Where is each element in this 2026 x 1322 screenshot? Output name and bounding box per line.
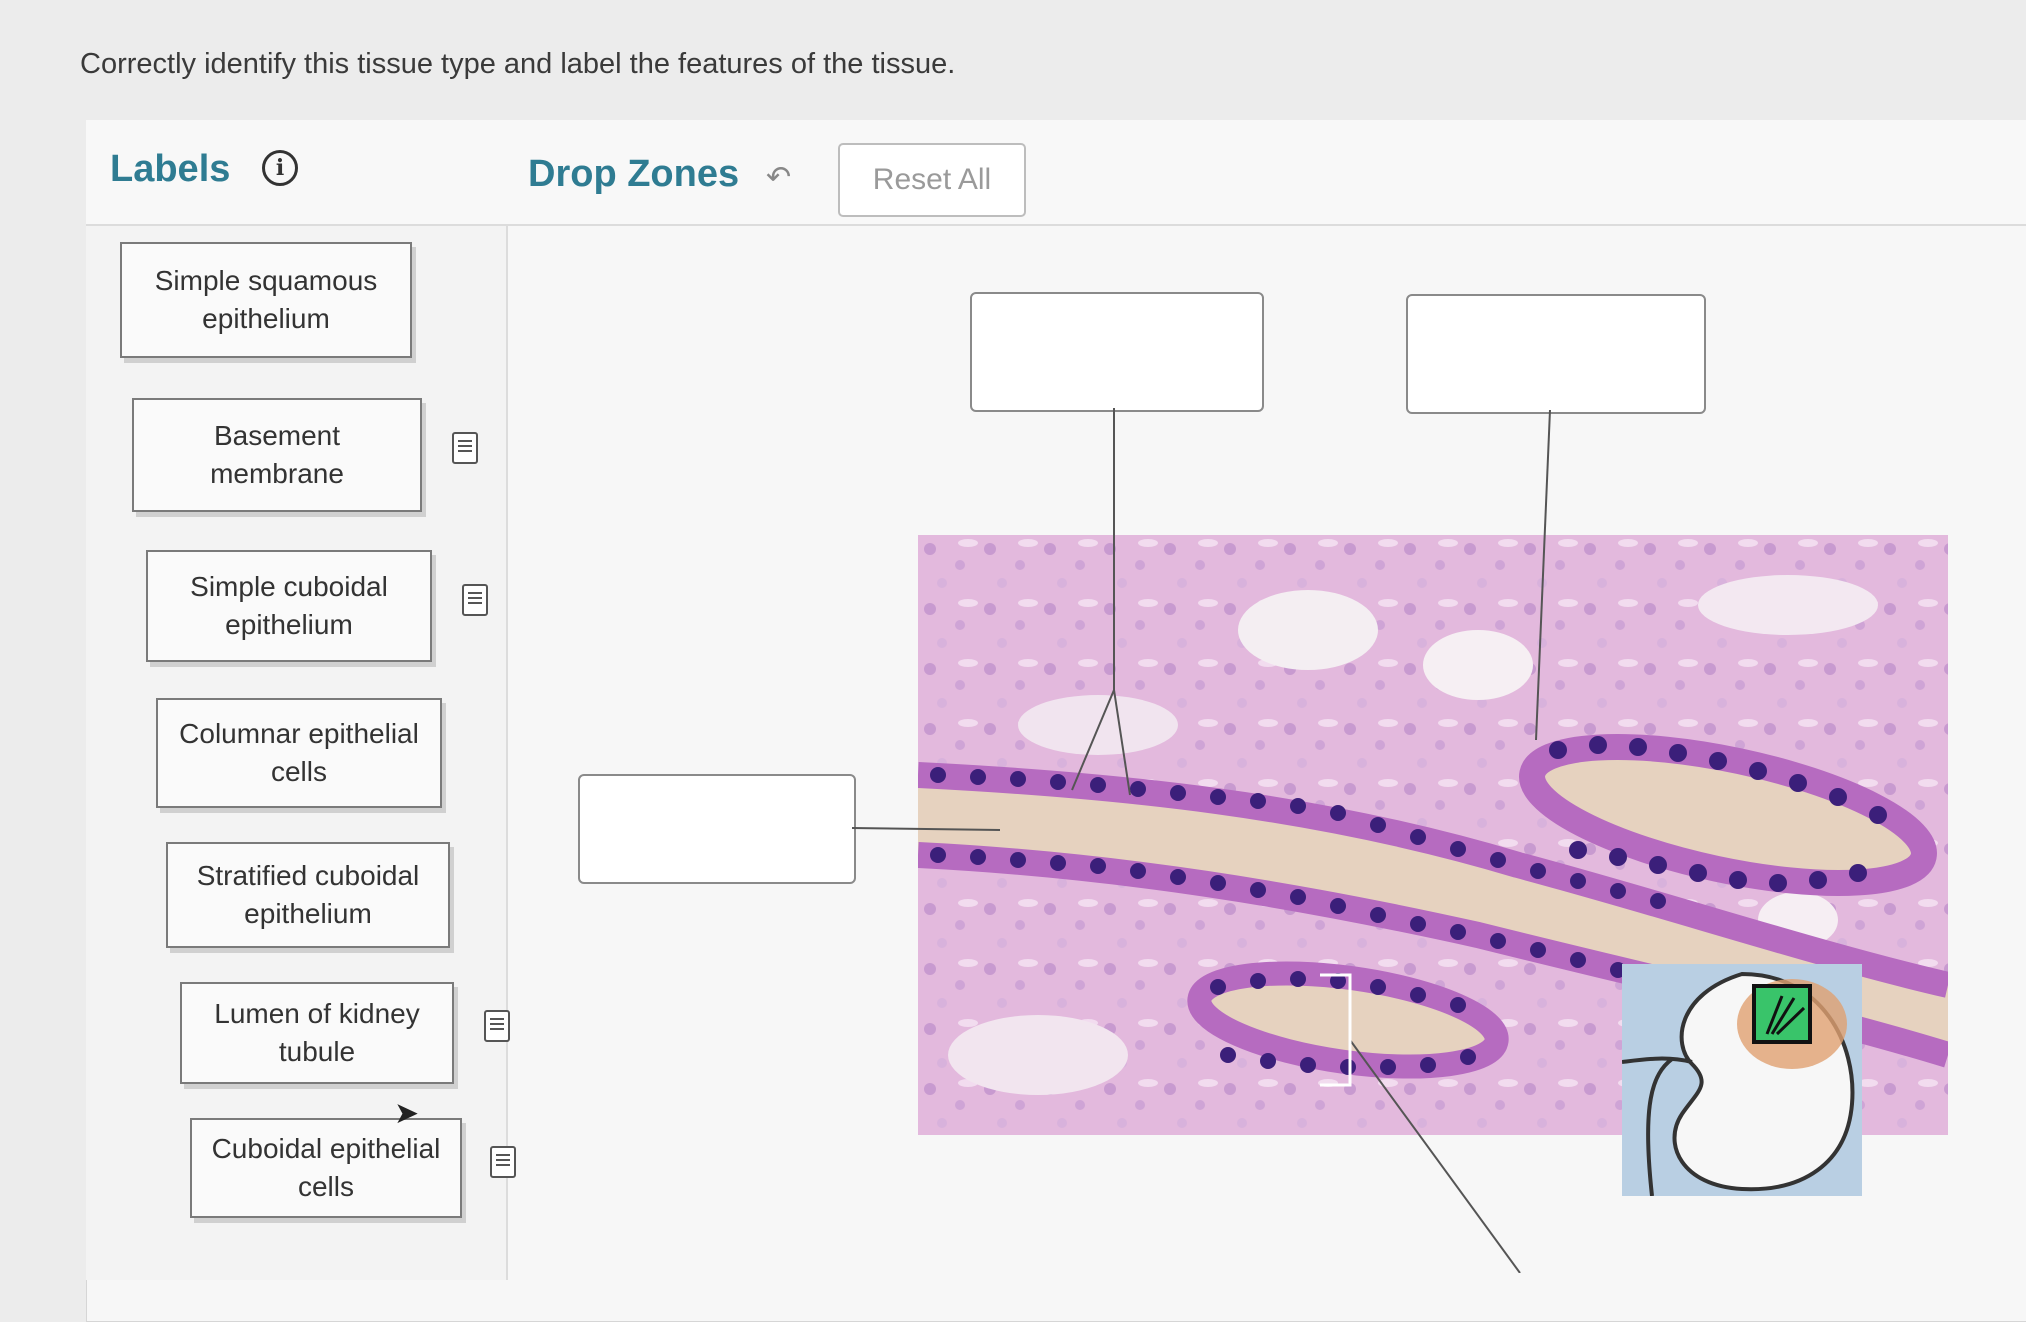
kidney-inset-icon (1622, 964, 1862, 1196)
